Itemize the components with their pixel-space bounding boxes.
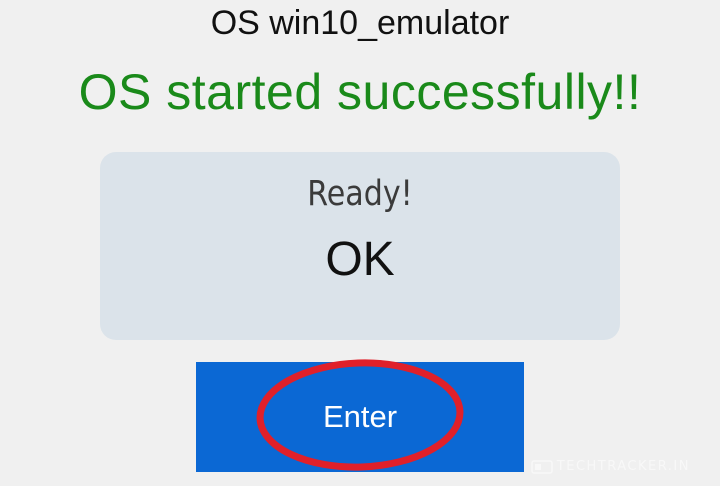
status-card: Ready! OK [100,152,620,340]
techtracker-logo-icon [531,459,553,474]
status-message: OS started successfully!! [78,64,642,120]
card-value: OK [325,233,395,286]
watermark: TECHTRACKER.IN [531,459,690,474]
enter-button[interactable]: Enter [196,362,524,472]
card-label: Ready! [307,174,413,214]
watermark-text: TECHTRACKER.IN [556,459,690,474]
app-title: OS win10_emulator [210,4,510,42]
